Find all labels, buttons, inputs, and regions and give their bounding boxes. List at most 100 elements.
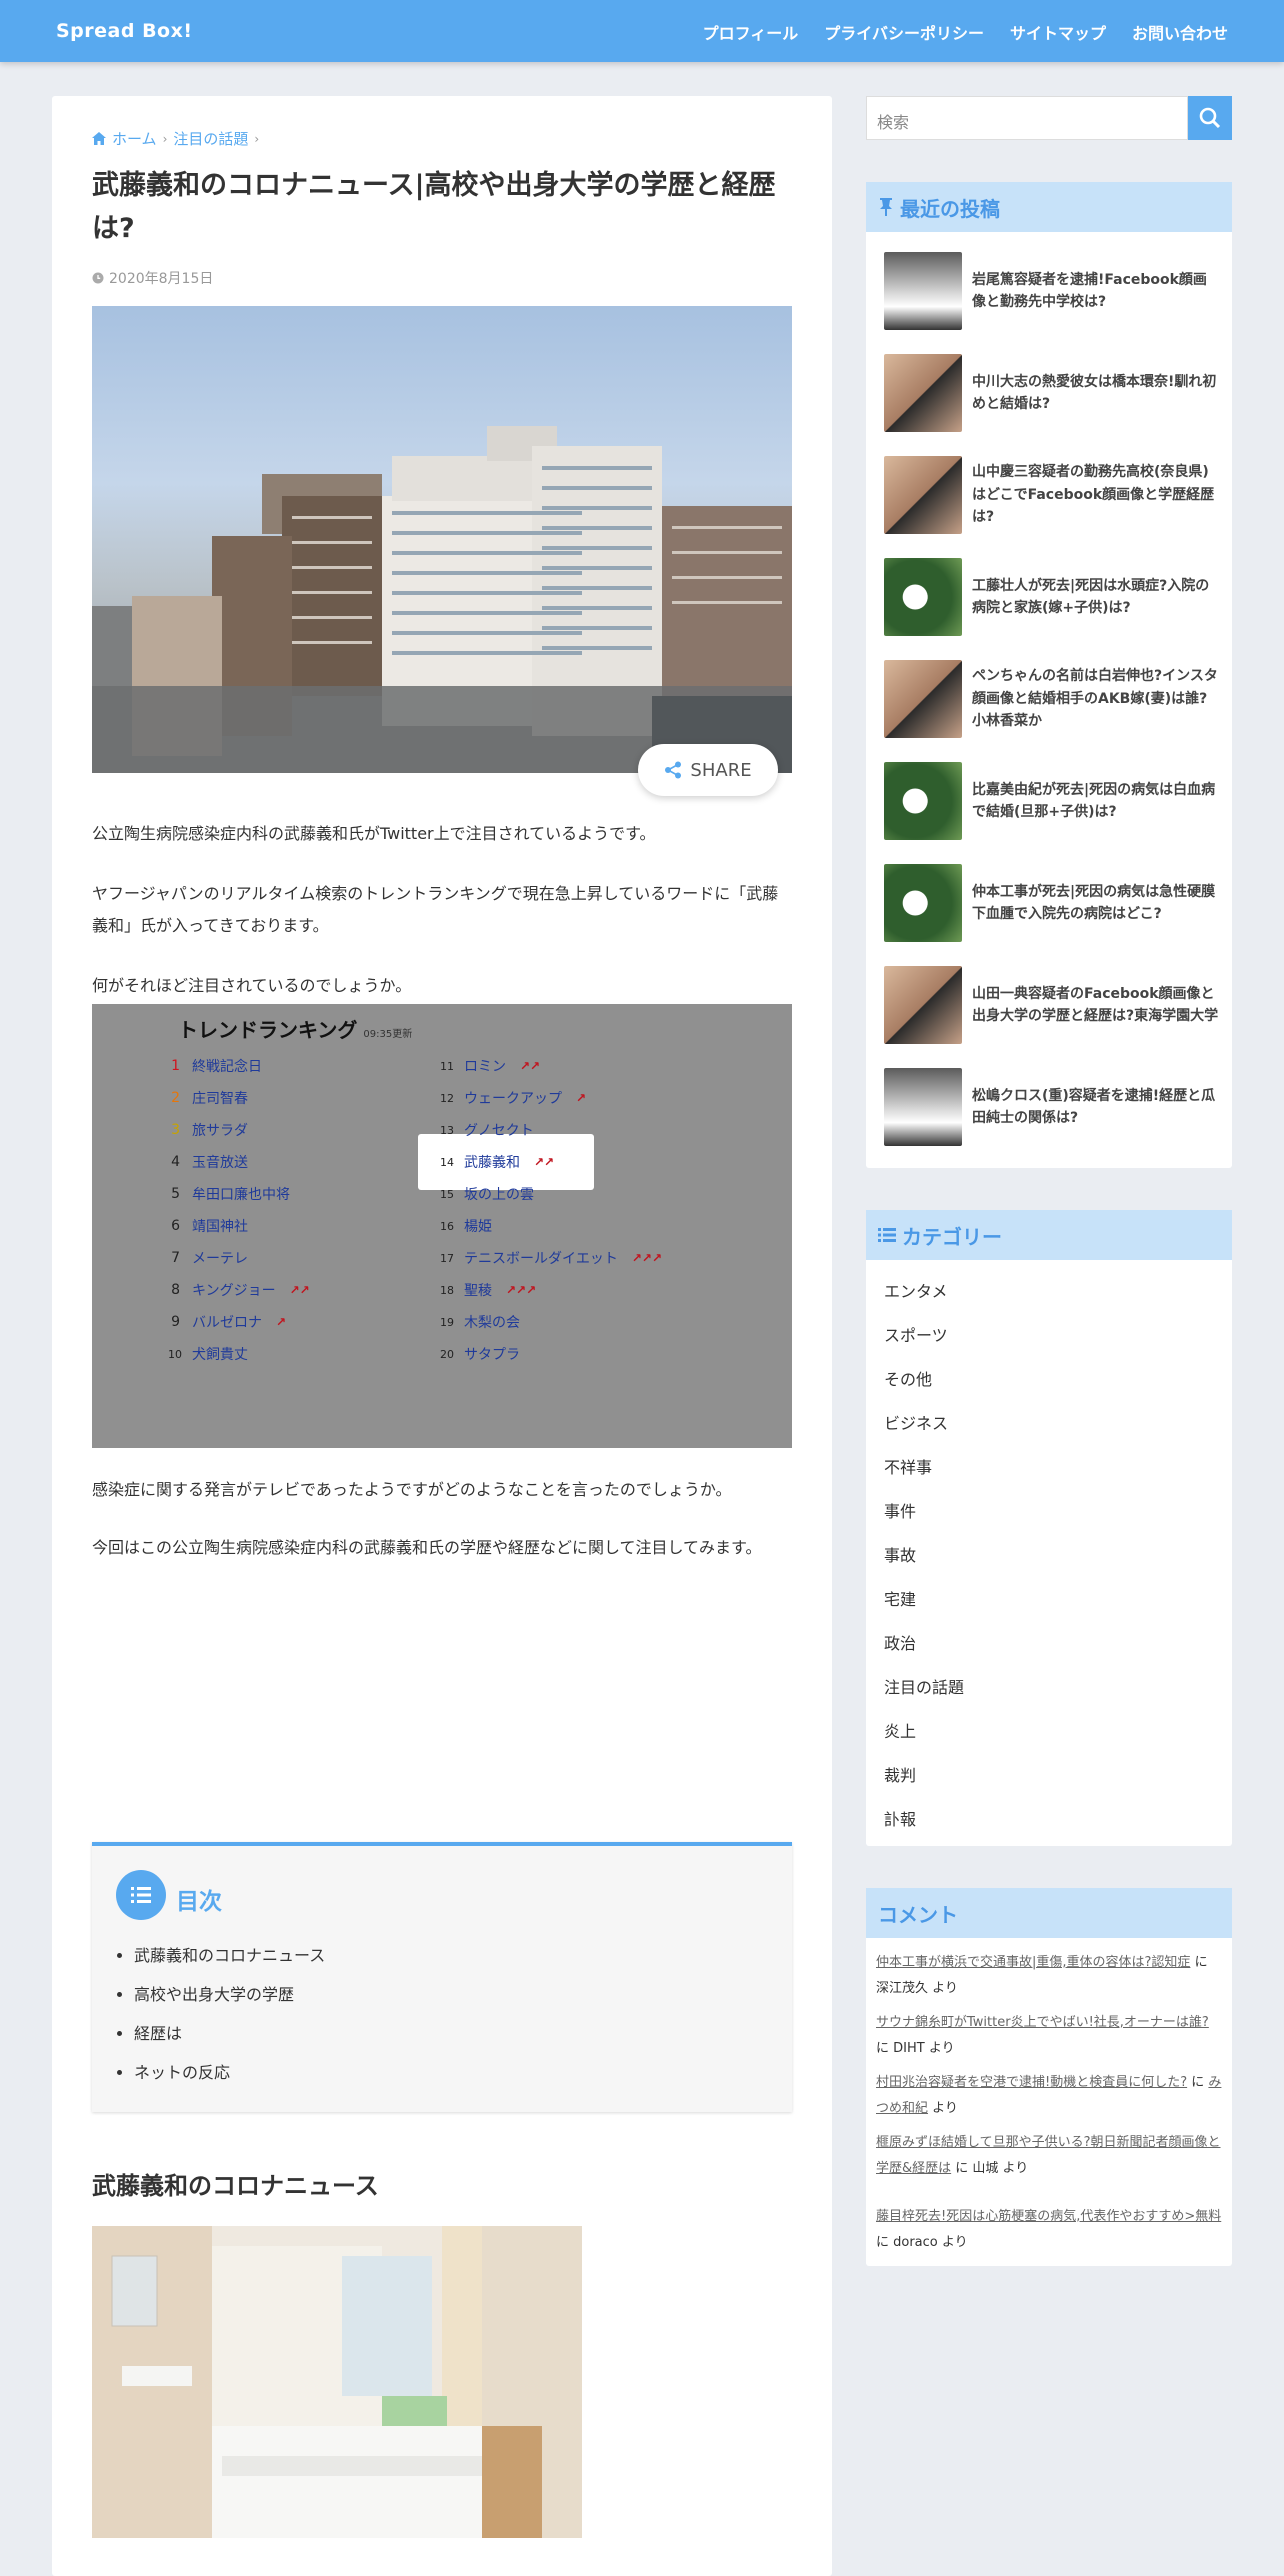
breadcrumb-category[interactable]: 注目の話題 <box>173 128 248 149</box>
trend-up-icon: ↗↗ <box>289 1283 310 1297</box>
trend-word[interactable]: 庄司智春 <box>192 1088 248 1108</box>
post-thumbnail[interactable] <box>884 1068 962 1146</box>
category-link[interactable]: 政治 <box>884 1630 916 1654</box>
category-link[interactable]: 裁判 <box>884 1762 916 1786</box>
search-input[interactable]: 検索 <box>866 96 1188 140</box>
category-link[interactable]: 事故 <box>884 1542 916 1566</box>
category-link[interactable]: 訃報 <box>884 1806 916 1830</box>
recent-post-title[interactable]: 比嘉美由紀が死去|死因の病気は白血病で結婚(旦那+子供)は? <box>972 762 1220 840</box>
trend-rank: 8 <box>171 1282 180 1298</box>
site-logo[interactable]: Spread Box! <box>56 20 193 42</box>
comment-post-link[interactable]: 仲本工事が横浜で交通事故|重傷,重体の容体は?認知症 <box>876 1955 1190 1970</box>
search-button[interactable] <box>1188 96 1232 140</box>
trend-word[interactable]: グノセクト <box>464 1120 534 1140</box>
recent-post-item[interactable]: 中川大志の熱愛彼女は橋本環奈!馴れ初めと結婚は? <box>884 354 1224 434</box>
share-icon <box>665 761 682 779</box>
recent-post-title[interactable]: 岩尾篤容疑者を逮捕!Facebook顔画像と勤務先中学校は? <box>972 252 1220 330</box>
trend-word[interactable]: 木梨の会 <box>464 1312 520 1332</box>
global-nav: プロフィール プライバシーポリシー サイトマップ お問い合わせ <box>703 20 1228 44</box>
category-link[interactable]: 注目の話題 <box>884 1674 964 1698</box>
trend-rank: 20 <box>440 1347 454 1361</box>
recent-post-item[interactable]: 仲本工事が死去|死因の病気は急性硬膜下血腫で入院先の病院はどこ? <box>884 864 1224 944</box>
share-button[interactable]: SHARE <box>638 744 778 796</box>
nav-profile[interactable]: プロフィール <box>703 20 799 44</box>
comment-item: 藤目梓死去!死因は心筋梗塞の病気,代表作やおすすめ>無料 に doraco より <box>876 2204 1222 2256</box>
article-paragraph-1: 公立陶生病院感染症内科の武藤義和氏がTwitter上で注目されているようです。 <box>92 824 656 843</box>
trend-row: 7 メーテレ <box>168 1248 248 1268</box>
trend-word[interactable]: 聖稜 <box>464 1280 492 1300</box>
recent-post-item[interactable]: 山中慶三容疑者の勤務先高校(奈良県)はどこでFacebook顔画像と学歴経歴は? <box>884 456 1224 536</box>
trend-word[interactable]: 終戦記念日 <box>192 1056 262 1076</box>
trend-word[interactable]: サタプラ <box>464 1344 520 1364</box>
category-link[interactable]: スポーツ <box>884 1322 948 1346</box>
recent-post-title[interactable]: 松嶋クロス(重)容疑者を逮捕!経歴と瓜田純士の関係は? <box>972 1068 1220 1146</box>
search-form: 検索 <box>866 96 1232 140</box>
comment-author: に <box>1191 2075 1209 2090</box>
category-link[interactable]: エンタメ <box>884 1278 948 1302</box>
recent-post-item[interactable]: 山田一典容疑者のFacebook顔画像と出身大学の学歴と経歴は?東海学園大学 <box>884 966 1224 1046</box>
nav-sitemap[interactable]: サイトマップ <box>1010 20 1106 44</box>
comment-post-link[interactable]: 村田兆治容疑者を空港で逮捕!動機と検査員に何した? <box>876 2075 1187 2090</box>
category-link[interactable]: 宅建 <box>884 1586 916 1610</box>
recent-post-item[interactable]: 比嘉美由紀が死去|死因の病気は白血病で結婚(旦那+子供)は? <box>884 762 1224 842</box>
category-link[interactable]: その他 <box>884 1366 932 1390</box>
recent-post-title[interactable]: 中川大志の熱愛彼女は橋本環奈!馴れ初めと結婚は? <box>972 354 1220 432</box>
toc-item[interactable]: 武藤義和のコロナニュース <box>134 1936 325 1975</box>
recent-post-title[interactable]: 仲本工事が死去|死因の病気は急性硬膜下血腫で入院先の病院はどこ? <box>972 864 1220 942</box>
nav-contact[interactable]: お問い合わせ <box>1132 20 1228 44</box>
comments-header: コメント <box>866 1888 1232 1938</box>
post-thumbnail[interactable] <box>884 660 962 738</box>
post-thumbnail[interactable] <box>884 864 962 942</box>
post-thumbnail[interactable] <box>884 966 962 1044</box>
recent-post-title[interactable]: ペンちゃんの名前は白岩伸也?インスタ顔画像と結婚相手のAKB嫁(妻)は誰?小林香… <box>972 660 1220 738</box>
recent-post-item[interactable]: 岩尾篤容疑者を逮捕!Facebook顔画像と勤務先中学校は? <box>884 252 1224 332</box>
category-header: カテゴリー <box>866 1210 1232 1260</box>
comment-post-link[interactable]: 藤目梓死去!死因は心筋梗塞の病気,代表作やおすすめ>無料 <box>876 2209 1221 2224</box>
trend-word[interactable]: 玉音放送 <box>192 1152 248 1172</box>
trend-word[interactable]: メーテレ <box>192 1248 248 1268</box>
recent-post-item[interactable]: 工藤壮人が死去|死因は水頭症?入院の病院と家族(嫁+子供)は? <box>884 558 1224 638</box>
trend-word[interactable]: 武藤義和 <box>464 1152 520 1172</box>
trend-word[interactable]: 楊姫 <box>464 1216 492 1236</box>
breadcrumb-home[interactable]: ホーム <box>112 128 157 149</box>
comment-post-link[interactable]: 榧原みずほ結婚して旦那や子供いる?朝日新聞記者顔画像と学歴&経歴は <box>876 2135 1221 2176</box>
trend-word[interactable]: 牟田口廉也中将 <box>192 1184 290 1204</box>
comment-author: に 山城 より <box>955 2161 1029 2176</box>
toc-item[interactable]: ネットの反応 <box>134 2053 325 2092</box>
nav-privacy-policy[interactable]: プライバシーポリシー <box>824 20 984 44</box>
trend-row: 12 ウェークアップ ↗ <box>440 1088 586 1108</box>
recent-post-item[interactable]: 松嶋クロス(重)容疑者を逮捕!経歴と瓜田純士の関係は? <box>884 1068 1224 1148</box>
recent-post-title[interactable]: 山田一典容疑者のFacebook顔画像と出身大学の学歴と経歴は?東海学園大学 <box>972 966 1220 1044</box>
trend-word[interactable]: 靖国神社 <box>192 1216 248 1236</box>
post-thumbnail[interactable] <box>884 456 962 534</box>
post-thumbnail[interactable] <box>884 252 962 330</box>
site-header: Spread Box! プロフィール プライバシーポリシー サイトマップ お問い… <box>0 0 1284 62</box>
toc-item[interactable]: 高校や出身大学の学歴 <box>134 1975 325 2014</box>
post-thumbnail[interactable] <box>884 558 962 636</box>
post-thumbnail[interactable] <box>884 762 962 840</box>
comment-post-link[interactable]: サウナ錦糸町がTwitter炎上でやばい!社長,オーナーは誰? <box>876 2015 1209 2030</box>
trend-word[interactable]: ロミン <box>464 1056 506 1076</box>
recent-post-title[interactable]: 工藤壮人が死去|死因は水頭症?入院の病院と家族(嫁+子供)は? <box>972 558 1220 636</box>
category-link[interactable]: 不祥事 <box>884 1454 932 1478</box>
trend-row: 14 武藤義和 ↗↗ <box>440 1152 554 1172</box>
recent-post-title[interactable]: 山中慶三容疑者の勤務先高校(奈良県)はどこでFacebook顔画像と学歴経歴は? <box>972 456 1220 534</box>
comment-item: 仲本工事が横浜で交通事故|重傷,重体の容体は?認知症 に 深江茂久 より <box>876 1950 1222 2002</box>
category-link[interactable]: 事件 <box>884 1498 916 1522</box>
home-icon <box>92 132 106 145</box>
trend-word[interactable]: バルゼロナ <box>192 1312 262 1332</box>
trend-row: 8 キングジョー ↗↗ <box>168 1280 310 1300</box>
trend-word[interactable]: キングジョー <box>192 1280 276 1300</box>
recent-post-item[interactable]: ペンちゃんの名前は白岩伸也?インスタ顔画像と結婚相手のAKB嫁(妻)は誰?小林香… <box>884 660 1224 740</box>
category-link[interactable]: ビジネス <box>884 1410 948 1434</box>
trend-word[interactable]: ウェークアップ <box>464 1088 562 1108</box>
trend-word[interactable]: 犬飼貴丈 <box>192 1344 248 1364</box>
toc-item[interactable]: 経歴は <box>134 2014 325 2053</box>
post-thumbnail[interactable] <box>884 354 962 432</box>
category-widget: カテゴリー エンタメスポーツその他ビジネス不祥事事件事故宅建政治注目の話題炎上裁… <box>866 1210 1232 1846</box>
category-link[interactable]: 炎上 <box>884 1718 916 1742</box>
trend-word[interactable]: 旅サラダ <box>192 1120 248 1140</box>
trend-word[interactable]: テニスボールダイエット <box>464 1248 618 1268</box>
trend-word[interactable]: 坂の上の雲 <box>464 1184 534 1204</box>
trend-rank: 2 <box>171 1090 180 1106</box>
